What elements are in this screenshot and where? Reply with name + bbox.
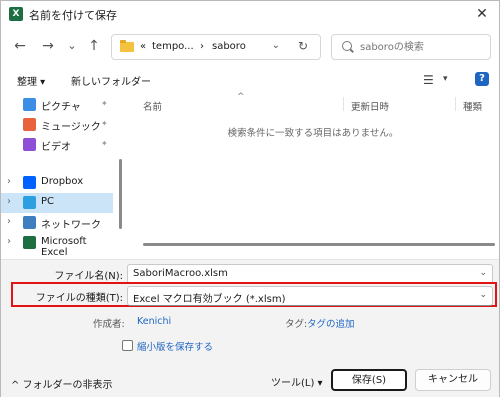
column-header-date[interactable]: 更新日時	[351, 99, 389, 113]
pin-icon: ✦	[101, 99, 108, 108]
sidebar-item[interactable]: › PC	[1, 193, 113, 213]
save-thumbnail-checkbox[interactable]	[122, 340, 133, 351]
column-header-name[interactable]: 名前	[143, 99, 162, 113]
author-label: 作成者:	[93, 319, 125, 330]
filetype-label: ファイルの種類(T):	[35, 293, 123, 304]
music-icon	[23, 118, 36, 131]
sidebar-item-label: ピクチャ	[41, 102, 81, 113]
save-as-dialog: X 名前を付けて保存 ✕ ← → ⌄ ↑ « tempo... › saboro…	[0, 0, 500, 397]
sidebar-item-label: ビデオ	[41, 142, 71, 153]
save-thumbnail-label[interactable]: 縮小版を保存する	[137, 339, 213, 353]
filetype-select[interactable]: Excel マクロ有効ブック (*.xlsm) ⌄	[127, 286, 493, 306]
expand-chevron-icon[interactable]: ›	[7, 236, 11, 247]
sidebar-item-label: Microsoft Excel	[41, 236, 87, 258]
author-value[interactable]: Kenichi	[137, 316, 171, 327]
file-list: 名前 ^ 更新日時 種類 検索条件に一致する項目はありません。	[127, 92, 499, 255]
address-bar[interactable]: « tempo... › saboro ⌄ ↻	[111, 34, 321, 60]
sidebar-item[interactable]: › Dropbox	[1, 173, 113, 193]
address-segment-saboro[interactable]: saboro	[212, 41, 246, 52]
sidebar-item-label: PC	[41, 196, 55, 207]
save-button[interactable]: 保存(S)	[331, 369, 407, 391]
horizontal-scrollbar[interactable]	[143, 243, 495, 246]
empty-results-message: 検索条件に一致する項目はありません。	[227, 128, 399, 139]
sidebar-item[interactable]: ビデオ ✦	[1, 135, 113, 155]
filename-dropdown-icon[interactable]: ⌄	[479, 268, 487, 278]
tags-label: タグ:	[285, 319, 308, 330]
search-input[interactable]	[360, 39, 480, 55]
view-options-icon[interactable]: ☰	[423, 73, 434, 87]
sidebar-item-label: Dropbox	[41, 176, 84, 187]
column-divider[interactable]	[455, 97, 456, 111]
address-dropdown-icon[interactable]: ⌄	[272, 40, 280, 51]
refresh-icon[interactable]: ↻	[298, 39, 308, 53]
dropbox-icon	[23, 176, 36, 189]
new-folder-button[interactable]: 新しいフォルダー	[71, 73, 151, 88]
sidebar-item[interactable]: ピクチャ ✦	[1, 95, 113, 115]
sidebar-item-label: ミュージック	[41, 122, 101, 133]
title-bar: X 名前を付けて保存 ✕	[1, 1, 499, 27]
back-button[interactable]: ←	[11, 37, 29, 55]
dialog-button-bar: ^ フォルダーの非表示 ツール(L) ▾ 保存(S) キャンセル	[1, 366, 499, 398]
column-header-type[interactable]: 種類	[463, 99, 482, 113]
filetype-value: Excel マクロ有効ブック (*.xlsm)	[133, 294, 286, 305]
sidebar-item[interactable]: › ネットワーク	[1, 213, 113, 233]
save-options-panel: ファイル名(N): SaboriMacroo.xlsm ⌄ ファイルの種類(T)…	[1, 259, 499, 397]
pictures-icon	[23, 98, 36, 111]
command-toolbar: 整理 ▾ 新しいフォルダー ☰ ▾ ?	[1, 69, 499, 91]
address-segment-tempo[interactable]: tempo...	[152, 41, 194, 52]
address-overflow[interactable]: «	[140, 41, 146, 52]
up-button[interactable]: ↑	[85, 37, 103, 55]
expand-chevron-icon[interactable]: ›	[7, 216, 11, 227]
dialog-title: 名前を付けて保存	[29, 9, 117, 22]
sidebar-item[interactable]: ミュージック ✦	[1, 115, 113, 135]
add-tags-link[interactable]: タグの追加	[307, 316, 355, 330]
navigation-pane-scrollbar[interactable]	[119, 93, 123, 255]
video-icon	[23, 138, 36, 151]
navigation-bar: ← → ⌄ ↑ « tempo... › saboro ⌄ ↻	[1, 29, 499, 65]
pin-icon: ✦	[101, 139, 108, 148]
search-box[interactable]	[331, 34, 491, 60]
search-icon	[342, 41, 352, 51]
filename-field[interactable]: SaboriMacroo.xlsm ⌄	[127, 264, 493, 284]
filename-label: ファイル名(N):	[54, 271, 123, 282]
pin-icon: ✦	[101, 119, 108, 128]
filetype-dropdown-icon[interactable]: ⌄	[479, 290, 487, 300]
help-icon[interactable]: ?	[475, 72, 489, 86]
sidebar-item-label: ネットワーク	[41, 220, 101, 231]
pc-icon	[23, 196, 36, 209]
hide-folders-button[interactable]: ^ フォルダーの非表示	[11, 376, 113, 391]
tools-menu-button[interactable]: ツール(L) ▾	[271, 374, 323, 389]
recent-locations-button[interactable]: ⌄	[63, 37, 81, 55]
column-divider[interactable]	[343, 97, 344, 111]
scrollbar-thumb[interactable]	[119, 159, 122, 229]
address-separator: ›	[200, 41, 204, 52]
excel-app-icon: X	[9, 7, 23, 21]
cancel-button[interactable]: キャンセル	[415, 369, 491, 391]
filename-value: SaboriMacroo.xlsm	[133, 268, 228, 279]
sidebar-item[interactable]: › Microsoft Excel	[1, 233, 113, 258]
navigation-pane: ピクチャ ✦ ミュージック ✦ ビデオ ✦ › Dropbox › PC › ネットワーク › Micro…	[1, 93, 119, 258]
close-button[interactable]: ✕	[471, 3, 493, 25]
excel-icon	[23, 236, 36, 249]
network-icon	[23, 216, 36, 229]
folder-icon	[120, 40, 134, 52]
expand-chevron-icon[interactable]: ›	[7, 196, 11, 207]
forward-button[interactable]: →	[39, 37, 57, 55]
expand-chevron-icon[interactable]: ›	[7, 176, 11, 187]
organize-button[interactable]: 整理 ▾	[17, 73, 45, 88]
view-dropdown-icon[interactable]: ▾	[443, 74, 448, 84]
sort-indicator-icon: ^	[237, 92, 245, 102]
